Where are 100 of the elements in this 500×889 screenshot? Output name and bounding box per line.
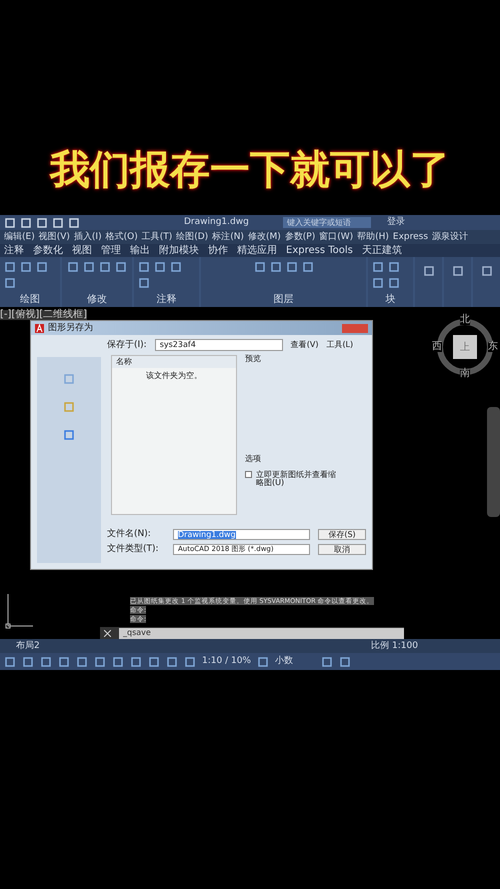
ribbon-tab[interactable]: 管理 (101, 246, 121, 256)
tool-icon (388, 277, 400, 289)
viewcube[interactable]: 北 西 上 东 南 (432, 315, 498, 379)
tool-icon (452, 265, 464, 277)
caption: 我们报存一下就可以了 (48, 146, 451, 195)
menu-item[interactable]: 参数(P) (284, 232, 316, 242)
cancel-button[interactable]: 取消 (318, 544, 366, 555)
ribbon-tab[interactable]: 精选应用 (237, 246, 277, 256)
panel-label[interactable]: 注释 (156, 295, 176, 307)
menu-item[interactable]: 插入(I) (74, 232, 102, 242)
field-label: 文件名(N): (107, 530, 152, 539)
tool-icon (254, 261, 266, 273)
tool-icon (99, 261, 111, 273)
compass-label: 北 (460, 315, 470, 325)
field-label: 文件类型(T): (107, 545, 160, 554)
tool-icon (170, 261, 182, 273)
options-label: 选项 (245, 455, 262, 463)
tool-icon (67, 261, 79, 273)
layout-tab[interactable]: 布局2 (12, 642, 44, 650)
folder-dropdown[interactable]: sys23af4 (154, 339, 283, 351)
tool-icon (4, 277, 16, 289)
tool-icon (372, 277, 384, 289)
panel-label[interactable]: 修改 (87, 295, 107, 307)
dialog-title: 图形另存为 (48, 324, 93, 332)
toolbar-icon (4, 216, 16, 228)
viewport-label[interactable]: [-][俯视][二维线框] (0, 310, 88, 320)
status-icon (94, 656, 106, 668)
toolbar-icon (20, 216, 32, 228)
toolbar-icon (52, 216, 64, 228)
menu-item[interactable]: 窗口(W) (319, 232, 354, 242)
tool-icon (388, 261, 400, 273)
menu-item[interactable]: 帮助(H) (357, 232, 389, 242)
menu-item[interactable]: 绘图(D) (176, 232, 208, 242)
scale-label[interactable]: 比例 1:100 (371, 642, 418, 650)
compass-label: 西 (432, 342, 442, 352)
ribbon-tab[interactable]: 协作 (208, 246, 228, 256)
status-icon (40, 656, 52, 668)
status-icon (256, 656, 269, 668)
compass-label: 南 (460, 369, 470, 379)
panel-label[interactable]: 图层 (274, 295, 294, 307)
toolbar-icon (36, 216, 48, 228)
menu-item[interactable]: 源泉设计 (432, 232, 468, 242)
search-field[interactable]: 键入关键字或短语 (282, 217, 371, 228)
ribbon-tab[interactable]: 注释 (4, 246, 24, 256)
panel-label[interactable]: 绘图 (20, 295, 40, 307)
preview-label: 预览 (245, 355, 262, 363)
menu-item[interactable]: 格式(O) (106, 232, 138, 242)
tool-icon (372, 261, 384, 273)
menu-item[interactable]: 视图(V) (38, 232, 70, 242)
tool-icon (480, 265, 492, 277)
status-icon (166, 656, 178, 668)
save-button[interactable]: 保存(S) (318, 529, 366, 540)
compass-label: 东 (488, 342, 498, 352)
column-header[interactable]: 名称 (112, 356, 236, 368)
status-icon (58, 656, 70, 668)
status-icon (338, 656, 351, 668)
status-icon (76, 656, 88, 668)
toolbar-menu[interactable]: 查看(V) (290, 341, 318, 349)
menu-item[interactable]: 工具(T) (142, 232, 172, 242)
window-title: Drawing1.dwg (184, 218, 249, 227)
annotation-scale[interactable]: 1:10 / 10% (202, 657, 251, 666)
tool-icon (286, 261, 298, 273)
close-icon[interactable] (104, 630, 111, 636)
login-link[interactable]: 登录 (386, 216, 405, 230)
tool-icon (36, 261, 48, 273)
ribbon-tab[interactable]: 附加模块 (159, 246, 199, 256)
ribbon-tab[interactable]: 视图 (72, 246, 92, 256)
tool-icon (302, 261, 314, 273)
status-icon (130, 656, 142, 668)
tool-icon (422, 265, 434, 277)
status-icon (148, 656, 160, 668)
tool-icon (20, 261, 32, 273)
status-icon (22, 656, 34, 668)
empty-message: 该文件夹为空。 (146, 372, 202, 380)
status-icon (4, 656, 16, 668)
menu-item[interactable]: 修改(M) (248, 232, 281, 242)
tool-icon (4, 261, 16, 273)
tool-icon (154, 261, 166, 273)
field-label: 保存于(I): (107, 340, 147, 350)
units-dropdown[interactable]: 小数 (274, 657, 315, 666)
status-icon (320, 656, 333, 668)
menu-item[interactable]: 标注(N) (212, 232, 244, 242)
ribbon-tab[interactable]: 天正建筑 (362, 246, 402, 256)
ribbon-tab[interactable]: Express Tools (286, 246, 353, 256)
tool-icon (270, 261, 282, 273)
thumbnail-checkbox[interactable]: 立即更新图纸并查看缩略图(U) (245, 471, 366, 487)
toolbar-icon (68, 216, 80, 228)
toolbar-menu[interactable]: 工具(L) (326, 341, 354, 349)
status-icon (184, 656, 196, 668)
ribbon-tab[interactable]: 参数化 (33, 246, 63, 256)
tool-icon (138, 277, 150, 289)
filename-field[interactable]: Drawing1.dwg (173, 529, 310, 540)
panel-label[interactable]: 块 (386, 295, 396, 307)
tool-icon (83, 261, 95, 273)
tool-icon (115, 261, 127, 273)
menu-item[interactable]: 编辑(E) (4, 232, 35, 242)
menu-item[interactable]: Express (392, 232, 428, 242)
status-icon (112, 656, 124, 668)
tool-icon (138, 261, 150, 273)
ribbon-tab[interactable]: 输出 (130, 246, 150, 256)
